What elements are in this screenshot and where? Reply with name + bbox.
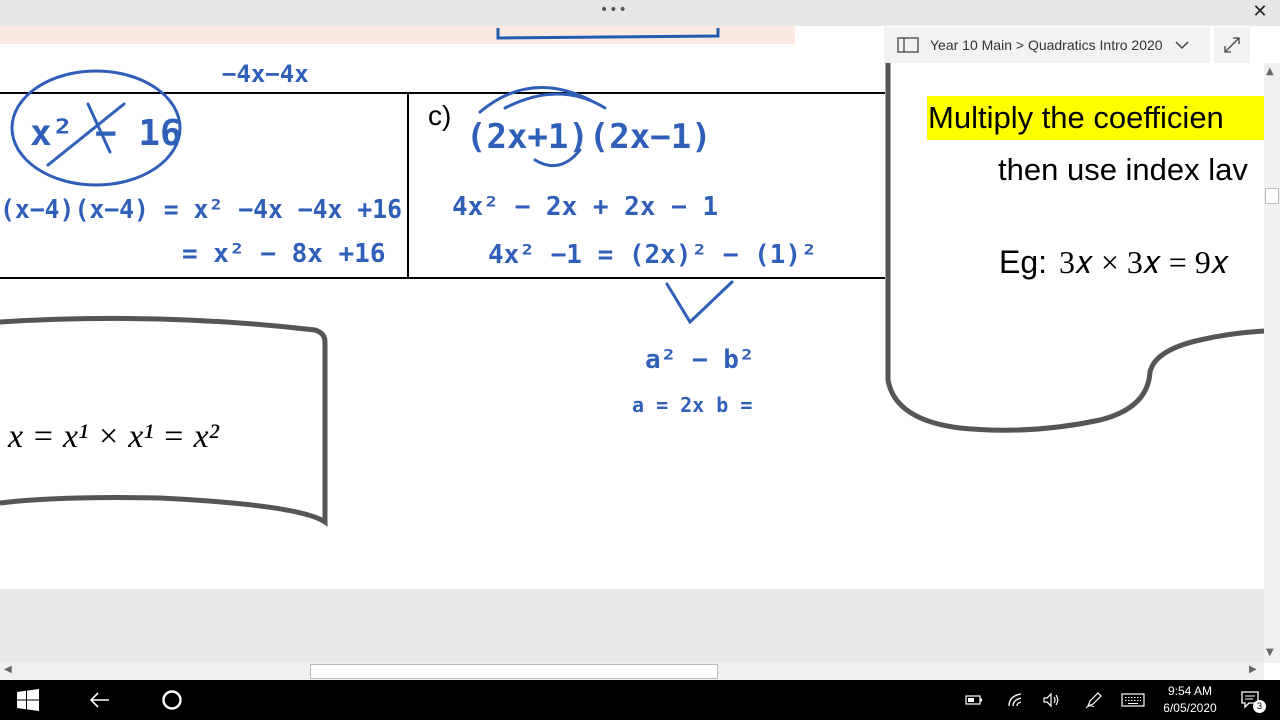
touch-keyboard-button[interactable] [1120,683,1146,717]
example-label: Eg: [999,244,1048,280]
speaker-icon [1043,692,1059,708]
action-center-button[interactable]: 3 [1236,683,1266,717]
cortana-button[interactable] [152,683,192,717]
scroll-down-icon[interactable]: ▼ [1266,647,1274,658]
highlighted-instruction: Multiply the coefficien [927,96,1264,140]
ink-box-expr: x² − 16 [30,113,182,154]
breadcrumb[interactable]: Year 10 Main > Quadratics Intro 2020 [884,27,1210,63]
canvas-background [0,589,1264,663]
notification-badge: 3 [1253,700,1266,713]
wifi-icon [1008,693,1022,707]
close-icon: ✕ [1252,1,1268,22]
ink-workspace-button[interactable] [1082,683,1106,717]
ink-vee [665,280,734,325]
example-line: Eg: 3𝑥 × 3𝑥 = 9𝑥 [999,244,1229,282]
window-drag-bar[interactable] [0,0,1280,26]
pen-icon [1085,692,1102,709]
battery-icon [965,695,982,705]
ink-top-note: −4x−4x [222,60,309,88]
ink-c-working-1: 4x² − 2x + 2x − 1 [452,192,718,222]
battery-button[interactable] [962,683,986,717]
back-button[interactable] [80,683,120,717]
breadcrumb-label[interactable]: Year 10 Main > Quadratics Intro 2020 [930,37,1163,53]
vertical-scrollbar[interactable] [1264,63,1280,663]
clock-time: 9:54 AM [1167,684,1213,698]
scroll-up-icon[interactable]: ▲ [1266,66,1274,77]
ink-left-working-2: = x² − 8x +16 [182,239,386,269]
taskbar-clock[interactable]: 9:54 AM 6/05/2020 [1152,683,1228,717]
chevron-down-icon[interactable] [1173,36,1191,54]
grip-handle[interactable]: ••• [600,2,628,18]
ink-c-working-2: 4x² −1 = (2x)² − (1)² [488,240,817,270]
start-button[interactable] [8,683,48,717]
notebook-icon [897,37,919,53]
index-law-equation: x = x¹ × x¹ = x² [8,418,219,455]
expand-icon [1224,37,1240,53]
horizontal-scroll-thumb[interactable] [310,664,718,679]
wifi-button[interactable] [1004,683,1028,717]
instruction-continued: then use index lav [998,152,1248,187]
expand-button[interactable] [1214,27,1250,63]
scroll-left-icon[interactable]: ◀ [4,664,12,675]
close-button[interactable]: ✕ [1248,0,1272,24]
keyboard-icon [1121,693,1145,707]
highlighted-instruction-text: Multiply the coefficien [928,100,1224,135]
scroll-right-icon[interactable]: ▶ [1249,664,1257,675]
back-arrow-icon [90,692,109,708]
windows-icon [17,689,39,711]
example-expression: 3𝑥 × 3𝑥 = 9𝑥 [1059,244,1229,280]
part-c-label: c) [428,100,452,131]
ink-c-working-3: a² − b² [645,345,755,375]
ink-left-working-1: (x−4)(x−4) = x² −4x −4x +16 [0,195,402,225]
vertical-scroll-thumb[interactable] [1265,188,1279,204]
ink-c-working-4: a = 2x b = [632,393,752,417]
cortana-circle-icon [162,690,182,710]
ink-bracket-arc-1 [478,86,592,114]
ink-bracket-arc-2 [503,92,607,110]
clock-date: 6/05/2020 [1163,701,1217,715]
ink-c-expr: (2x+1)(2x−1) [466,117,712,157]
volume-button[interactable] [1040,683,1064,717]
